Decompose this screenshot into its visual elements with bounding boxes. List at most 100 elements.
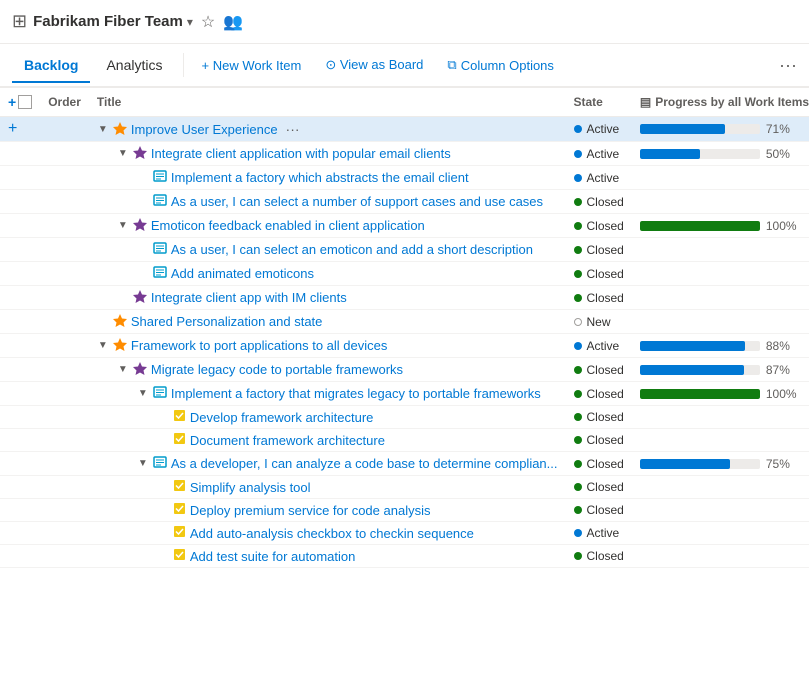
row-controls-cell	[0, 334, 40, 358]
expand-icon[interactable]: ▼	[137, 458, 149, 469]
checkbox-icon[interactable]	[18, 95, 32, 109]
status-badge: Closed	[574, 549, 624, 563]
row-title-text[interactable]: Migrate legacy code to portable framewor…	[151, 362, 403, 377]
table-row: As a user, I can select a number of supp…	[0, 190, 809, 214]
row-title-text[interactable]: Shared Personalization and state	[131, 314, 323, 329]
state-label: Active	[587, 122, 620, 136]
expand-icon[interactable]: ▼	[117, 220, 129, 231]
progress-bar-bg	[640, 365, 760, 375]
row-state-cell: Closed	[566, 286, 632, 310]
state-label: Closed	[587, 363, 624, 377]
expand-icon[interactable]: ▼	[137, 388, 149, 399]
table-row: Shared Personalization and state New	[0, 310, 809, 334]
expand-icon[interactable]: ▼	[117, 364, 129, 375]
tab-backlog[interactable]: Backlog	[12, 49, 90, 83]
state-dot-icon	[574, 436, 582, 444]
row-title-text[interactable]: Develop framework architecture	[190, 410, 374, 425]
row-title-text[interactable]: Emoticon feedback enabled in client appl…	[151, 218, 425, 233]
row-title-text[interactable]: Add auto-analysis checkbox to checkin se…	[190, 526, 474, 541]
row-state-cell: Active	[566, 142, 632, 166]
state-dot-icon	[574, 342, 582, 350]
table-row: Add auto-analysis checkbox to checkin se…	[0, 522, 809, 545]
row-controls-cell	[0, 166, 40, 190]
tab-analytics[interactable]: Analytics	[94, 49, 174, 83]
state-label: New	[587, 315, 611, 329]
progress-header-label: Progress by all Work Items	[655, 95, 809, 109]
table-row: Develop framework architecture Closed	[0, 406, 809, 429]
task-icon	[173, 409, 186, 425]
row-controls-cell	[0, 190, 40, 214]
expand-icon[interactable]: ▼	[117, 148, 129, 159]
team-chevron-icon[interactable]: ▾	[187, 15, 193, 29]
state-label: Active	[587, 526, 620, 540]
row-title-text[interactable]: As a user, I can select a number of supp…	[171, 194, 543, 209]
row-title-text[interactable]: Improve User Experience	[131, 122, 278, 137]
row-order-cell	[40, 334, 89, 358]
view-as-board-button[interactable]: ⊙ View as Board	[315, 53, 433, 77]
row-title-cell: Document framework architecture	[89, 429, 566, 452]
more-options-button[interactable]: ···	[779, 55, 797, 76]
row-controls-cell	[0, 545, 40, 568]
row-title-cell: ▼ Migrate legacy code to portable framewo…	[89, 358, 566, 382]
row-state-cell: Active	[566, 117, 632, 142]
progress-bar-bg	[640, 459, 760, 469]
row-title-text[interactable]: Add test suite for automation	[190, 549, 355, 564]
row-title-text[interactable]: Implement a factory that migrates legacy…	[171, 386, 541, 401]
row-title-text[interactable]: Add animated emoticons	[171, 266, 314, 281]
progress-percentage: 100%	[766, 387, 801, 401]
row-more-button[interactable]: ···	[282, 121, 304, 137]
status-badge: Closed	[574, 291, 624, 305]
progress-percentage: 88%	[766, 339, 801, 353]
row-controls-cell	[0, 238, 40, 262]
progress-chart-icon: ▤	[640, 95, 651, 109]
row-title-text[interactable]: Implement a factory which abstracts the …	[171, 170, 469, 185]
add-row-button[interactable]: +	[8, 120, 17, 138]
nav-bar: Backlog Analytics + New Work Item ⊙ View…	[0, 44, 809, 88]
row-title-text[interactable]: As a developer, I can analyze a code bas…	[171, 456, 558, 471]
feature-icon	[133, 217, 147, 234]
status-badge: Closed	[574, 267, 624, 281]
state-label: Closed	[587, 387, 624, 401]
progress-bar-bg	[640, 149, 760, 159]
row-progress-cell	[632, 238, 809, 262]
row-title-cell: Implement a factory which abstracts the …	[89, 166, 566, 190]
column-options-button[interactable]: ⧉ Column Options	[437, 53, 564, 77]
row-title-text[interactable]: Simplify analysis tool	[190, 480, 311, 495]
row-title-text[interactable]: Integrate client app with IM clients	[151, 290, 347, 305]
progress-bar-container: 50%	[640, 147, 809, 161]
add-icon[interactable]: +	[8, 94, 16, 110]
row-title-text[interactable]: As a user, I can select an emoticon and …	[171, 242, 533, 257]
row-title-text[interactable]: Framework to port applications to all de…	[131, 338, 388, 353]
people-icon[interactable]: 👥	[223, 12, 243, 32]
row-progress-cell	[632, 522, 809, 545]
row-controls-cell	[0, 358, 40, 382]
row-title-text[interactable]: Document framework architecture	[190, 433, 385, 448]
row-title-cell: Add animated emoticons	[89, 262, 566, 286]
status-badge: Closed	[574, 410, 624, 424]
table-row: ▼ Framework to port applications to all d…	[0, 334, 809, 358]
row-controls-cell	[0, 262, 40, 286]
row-order-cell	[40, 522, 89, 545]
new-work-item-button[interactable]: + New Work Item	[192, 54, 312, 77]
row-controls-cell	[0, 286, 40, 310]
row-progress-cell	[632, 476, 809, 499]
row-progress-cell: 75%	[632, 452, 809, 476]
row-title-text[interactable]: Deploy premium service for code analysis	[190, 503, 431, 518]
row-title-cell: Add auto-analysis checkbox to checkin se…	[89, 522, 566, 545]
state-dot-icon	[574, 198, 582, 206]
progress-bar-bg	[640, 389, 760, 399]
row-title-cell: As a user, I can select an emoticon and …	[89, 238, 566, 262]
star-icon[interactable]: ☆	[201, 12, 215, 32]
row-progress-cell	[632, 190, 809, 214]
row-title-text[interactable]: Integrate client application with popula…	[151, 146, 451, 161]
expand-icon[interactable]: ▼	[97, 124, 109, 135]
row-order-cell	[40, 499, 89, 522]
expand-icon[interactable]: ▼	[97, 340, 109, 351]
table-container: + Order Title State ▤ Progress by all Wo…	[0, 88, 809, 694]
row-order-cell	[40, 382, 89, 406]
row-title-cell: ▼ Framework to port applications to all d…	[89, 334, 566, 358]
state-label: Active	[587, 147, 620, 161]
row-title-cell: ▼ Improve User Experience ···	[89, 117, 566, 142]
row-order-cell	[40, 190, 89, 214]
row-order-cell	[40, 310, 89, 334]
